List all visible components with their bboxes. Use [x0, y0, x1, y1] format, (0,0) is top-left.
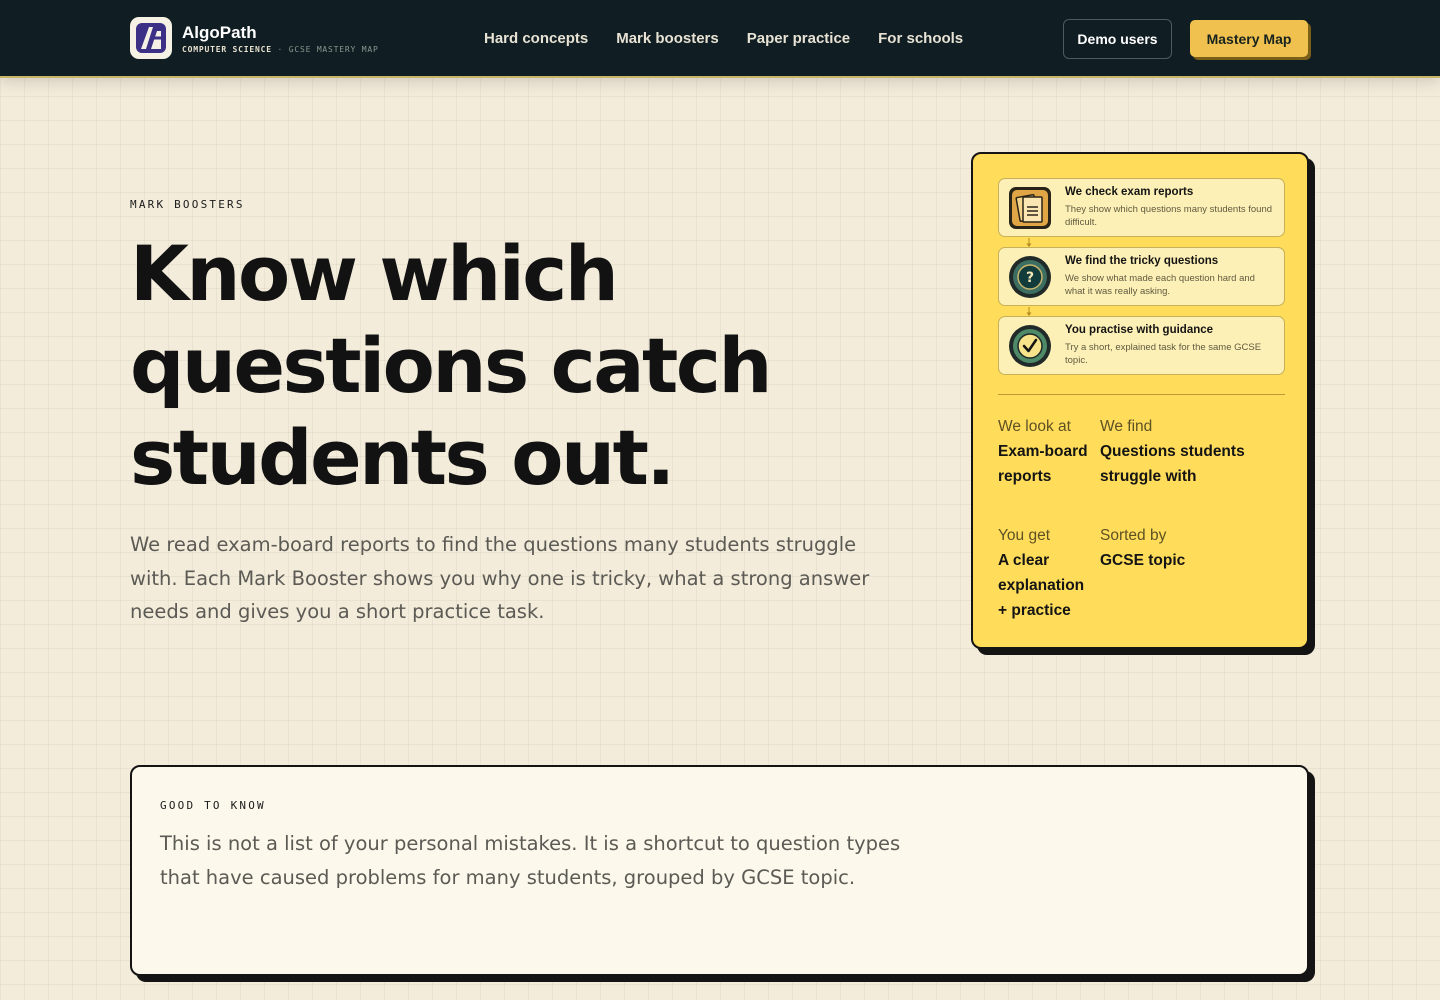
stat-label: We look at — [998, 418, 1071, 435]
hero-eyebrow: MARK BOOSTERS — [130, 198, 245, 211]
stat-you-get: You get A clear explanation + practice — [998, 523, 1094, 623]
brand[interactable]: AlgoPath COMPUTER SCIENCE · GCSE MASTERY… — [130, 17, 379, 59]
brand-tagline-primary: COMPUTER SCIENCE — [182, 44, 272, 54]
stat-label: We find — [1100, 418, 1153, 435]
stat-we-look-at: We look at Exam-board reports — [998, 414, 1088, 489]
stat-value: A clear explanation + practice — [998, 552, 1085, 619]
process-step-1: We check exam reports They show which qu… — [998, 178, 1285, 237]
hero-title-line-1: Know which — [130, 229, 619, 318]
main-nav: Hard concepts Mark boosters Paper practi… — [484, 29, 991, 49]
nav-link-hard-concepts[interactable]: Hard concepts — [484, 29, 588, 49]
algopath-logo-icon — [130, 17, 172, 59]
hero-description: We read exam-board reports to find the q… — [130, 533, 870, 623]
question-icon: ? — [1008, 255, 1052, 299]
check-icon — [1008, 324, 1052, 368]
nav-link-paper-practice[interactable]: Paper practice — [747, 29, 850, 49]
stat-sorted-by: Sorted by GCSE topic — [1100, 523, 1285, 573]
good-to-know-text: This is not a list of your personal mist… — [160, 832, 901, 889]
card-divider — [998, 394, 1285, 395]
good-to-know-label: GOOD TO KNOW — [160, 799, 266, 812]
step-title: You practise with guidance — [1065, 324, 1214, 336]
hero-title-line-2: questions catch — [130, 321, 773, 410]
top-navbar: AlgoPath COMPUTER SCIENCE · GCSE MASTERY… — [0, 0, 1440, 78]
process-card: We check exam reports They show which qu… — [971, 152, 1309, 649]
mastery-map-button[interactable]: Mastery Map — [1190, 20, 1308, 57]
hero-title: Know which questions catch students out. — [130, 228, 890, 504]
stat-label: You get — [998, 527, 1051, 544]
brand-tagline-secondary: · GCSE MASTERY MAP — [277, 44, 379, 54]
stat-we-find: We find Questions students struggle with — [1100, 414, 1285, 489]
step-description: They show which questions many students … — [1065, 204, 1273, 228]
report-icon — [1008, 186, 1052, 230]
nav-link-mark-boosters[interactable]: Mark boosters — [616, 29, 719, 49]
stat-label: Sorted by — [1100, 527, 1167, 544]
step-title: We find the tricky questions — [1065, 255, 1219, 267]
brand-name: AlgoPath — [182, 22, 257, 42]
demo-users-button[interactable]: Demo users — [1063, 19, 1172, 59]
stat-value: Questions students struggle with — [1100, 443, 1245, 485]
process-step-2: ? We find the tricky questions We show w… — [998, 247, 1285, 306]
svg-text:?: ? — [1026, 270, 1034, 286]
step-title: We check exam reports — [1065, 186, 1194, 198]
stat-value: GCSE topic — [1100, 552, 1186, 569]
hero-title-line-3: students out. — [130, 413, 675, 502]
nav-link-for-schools[interactable]: For schools — [878, 29, 963, 49]
process-step-3: You practise with guidance Try a short, … — [998, 316, 1285, 375]
step-description: Try a short, explained task for the same… — [1065, 342, 1262, 366]
stat-value: Exam-board reports — [998, 443, 1088, 485]
brand-tagline: COMPUTER SCIENCE · GCSE MASTERY MAP — [182, 45, 379, 54]
good-to-know-panel: GOOD TO KNOW This is not a list of your … — [130, 765, 1309, 976]
step-description: We show what made each question hard and… — [1065, 273, 1255, 297]
